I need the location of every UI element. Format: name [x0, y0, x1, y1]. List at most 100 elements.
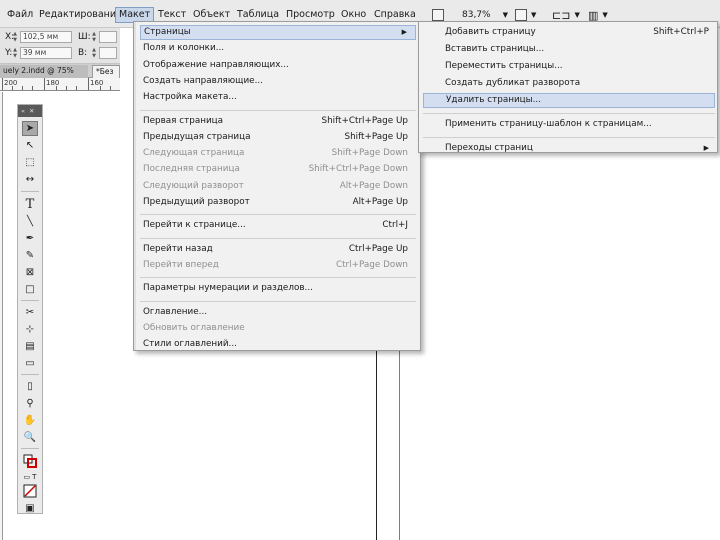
- frame-icon[interactable]: ⊏⊐: [552, 9, 570, 22]
- zoom-tool-icon[interactable]: 🔍: [22, 430, 38, 445]
- vertical-ruler[interactable]: [0, 92, 3, 540]
- submenu-arrow-icon: ▶: [703, 144, 709, 152]
- hand-tool-icon[interactable]: ✋: [22, 413, 38, 428]
- layout-menu-item[interactable]: Стили оглавлений...: [140, 337, 416, 352]
- document-tabs: uely 2.indd @ 75% *Без: [0, 64, 120, 78]
- menu-item-label: Последняя страница: [143, 164, 240, 175]
- gradient-feather-tool-icon[interactable]: ▭: [22, 356, 38, 371]
- menu-item-label: Переходы страниц: [445, 143, 533, 153]
- w-input[interactable]: [99, 31, 117, 43]
- layout-menu-item[interactable]: Оглавление...: [140, 305, 416, 320]
- layout-menu-item[interactable]: Поля и колонки...: [140, 41, 416, 56]
- tools-panel-header[interactable]: « ✕: [18, 105, 42, 117]
- gradient-swatch-tool-icon[interactable]: ▤: [22, 339, 38, 354]
- menu-item-label: Стили оглавлений...: [143, 339, 237, 350]
- grid-icon[interactable]: ▥: [588, 9, 598, 22]
- zoom-level[interactable]: 83,7%: [462, 10, 491, 20]
- x-stepper[interactable]: ▲ ▼: [12, 31, 18, 43]
- h-label: В:: [78, 48, 88, 58]
- layout-menu-item[interactable]: Параметры нумерации и разделов...: [140, 281, 416, 296]
- layout-menu-item[interactable]: Последняя страница Shift+Ctrl+Page Down: [140, 162, 416, 177]
- screen-mode-icon[interactable]: [432, 9, 444, 21]
- pages-submenu-item[interactable]: Переходы страниц ▶: [423, 141, 715, 156]
- pen-tool-icon[interactable]: ✒: [22, 231, 38, 246]
- x-input[interactable]: 102,5 мм: [20, 31, 72, 43]
- menu-0[interactable]: Файл: [4, 7, 36, 23]
- note-tool-icon[interactable]: ▯: [22, 379, 38, 394]
- rectangle-frame-tool-icon[interactable]: ⊠: [22, 265, 38, 280]
- menu-item-shortcut: Ctrl+J: [382, 220, 408, 231]
- menu-item-label: Перейти к странице...: [143, 220, 246, 231]
- formatting-affects-label: T: [32, 472, 37, 481]
- pages-submenu-item[interactable]: Вставить страницы...: [423, 42, 715, 57]
- menu-item-label: Следующая страница: [143, 148, 245, 159]
- tool-divider: [21, 448, 39, 449]
- pages-submenu-item[interactable]: Применить страницу-шаблон к страницам...: [423, 117, 715, 132]
- layout-menu-item[interactable]: Перейти вперед Ctrl+Page Down: [140, 258, 416, 273]
- menu-item-shortcut: Shift+Ctrl+P: [653, 27, 709, 37]
- menu-item-shortcut: Shift+Ctrl+Page Up: [321, 115, 408, 126]
- apply-none-icon[interactable]: [22, 483, 38, 498]
- pages-submenu-item[interactable]: Переместить страницы...: [423, 59, 715, 74]
- pages-submenu-item[interactable]: Добавить страницу Shift+Ctrl+P: [423, 25, 715, 40]
- horizontal-ruler[interactable]: 200 180 160: [0, 78, 120, 91]
- scissors-tool-icon[interactable]: ✂: [22, 305, 38, 320]
- rectangle-tool-icon[interactable]: □: [22, 282, 38, 297]
- menu-item-label: Первая страница: [143, 115, 224, 126]
- control-panel: X: 102,5 мм ▲ ▼ Y: 39 мм ▲ ▼ Ш: ▲ ▼ В: ▲ ▼: [0, 28, 120, 64]
- document-tab-2[interactable]: *Без: [92, 65, 120, 78]
- screen-mode-icon[interactable]: ▣: [22, 501, 38, 516]
- layout-menu-item[interactable]: Предыдущая страница Shift+Page Up: [140, 130, 416, 145]
- layout-menu-item[interactable]: Следующий разворот Alt+Page Down: [140, 179, 416, 194]
- layout-menu-item[interactable]: Отображение направляющих...: [140, 58, 416, 73]
- type-tool-icon[interactable]: T: [22, 197, 38, 212]
- eyedropper-tool-icon[interactable]: ⚲: [22, 396, 38, 411]
- h-stepper[interactable]: ▲ ▼: [91, 47, 97, 59]
- window-icon[interactable]: [515, 9, 527, 21]
- menu-item-label: Вставить страницы...: [445, 44, 545, 54]
- w-label: Ш:: [78, 32, 91, 42]
- menu-1[interactable]: Редактирование: [36, 7, 125, 23]
- chevron-down-icon[interactable]: ▼: [531, 11, 536, 19]
- selection-tool-icon[interactable]: ➤: [22, 121, 38, 136]
- zoom-dropdown-icon[interactable]: ▼: [503, 11, 508, 19]
- layout-menu: Страницы ▶ Поля и колонки... Отображение на…: [133, 21, 421, 351]
- layout-menu-item[interactable]: Настройка макета...: [140, 90, 416, 105]
- menu-item-label: Обновить оглавление: [143, 322, 245, 333]
- h-input[interactable]: [99, 47, 117, 59]
- page-edge-line: [376, 340, 377, 540]
- layout-menu-item[interactable]: Первая страница Shift+Ctrl+Page Up: [140, 114, 416, 129]
- ruler-tick: [12, 86, 13, 90]
- chevron-down-icon[interactable]: ▼: [574, 11, 579, 19]
- ruler-mark: 200: [4, 79, 18, 87]
- formatting-affects-icon[interactable]: ▭ T: [22, 469, 38, 484]
- fill-stroke-icon[interactable]: [22, 453, 38, 468]
- menu-item-shortcut: Alt+Page Down: [339, 180, 408, 191]
- menu-item-label: Добавить страницу: [445, 27, 536, 37]
- y-stepper[interactable]: ▲ ▼: [12, 47, 18, 59]
- pages-submenu-item[interactable]: Удалить страницы...: [423, 93, 715, 108]
- pages-submenu-item[interactable]: Создать дубликат разворота: [423, 76, 715, 91]
- line-tool-icon[interactable]: ╲: [22, 214, 38, 229]
- margin-guide-line: [399, 340, 400, 540]
- menu-item-label: Удалить страницы...: [446, 95, 542, 105]
- y-input[interactable]: 39 мм: [20, 47, 72, 59]
- menu-item-shortcut: Alt+Page Up: [352, 197, 408, 207]
- layout-menu-item[interactable]: Страницы ▶: [140, 25, 416, 40]
- page-tool-icon[interactable]: ⬚: [22, 155, 38, 170]
- free-transform-tool-icon[interactable]: ⊹: [22, 322, 38, 337]
- gap-tool-icon[interactable]: ↔: [22, 172, 38, 187]
- layout-menu-item[interactable]: Следующая страница Shift+Page Down: [140, 146, 416, 161]
- pencil-tool-icon[interactable]: ✎: [22, 248, 38, 263]
- document-tab[interactable]: uely 2.indd @ 75%: [0, 65, 88, 78]
- ruler-mark: 160: [90, 79, 104, 87]
- direct-selection-tool-icon[interactable]: ↖: [22, 138, 38, 153]
- layout-menu-item[interactable]: Создать направляющие...: [140, 74, 416, 89]
- w-stepper[interactable]: ▲ ▼: [91, 31, 97, 43]
- layout-menu-item[interactable]: Предыдущий разворот Alt+Page Up: [140, 195, 416, 210]
- layout-menu-item[interactable]: Обновить оглавление: [140, 321, 416, 336]
- layout-menu-item[interactable]: Перейти к странице... Ctrl+J: [140, 218, 416, 233]
- layout-menu-item[interactable]: Перейти назад Ctrl+Page Up: [140, 242, 416, 257]
- menu-item-label: Отображение направляющих...: [143, 59, 289, 70]
- chevron-down-icon[interactable]: ▼: [602, 11, 607, 19]
